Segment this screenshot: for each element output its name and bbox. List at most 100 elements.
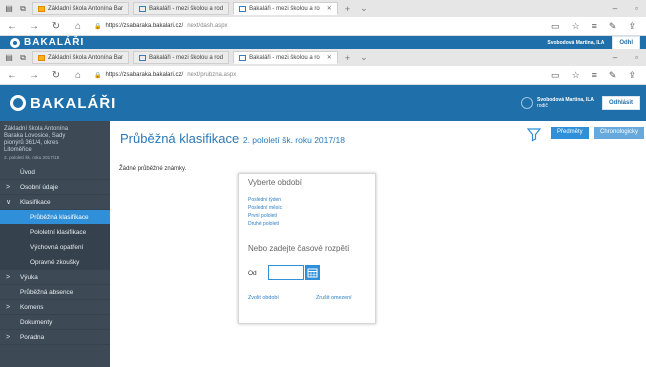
browser-tab[interactable]: Základní škola Antonína Bar [32, 51, 130, 64]
background-tab[interactable]: Základní škola Antonína Bar [32, 2, 130, 15]
url-field[interactable]: 🔒 https://zsabaraka.bakalari.cz/next/prub… [94, 69, 514, 82]
page-title-text: Průběžná klasifikace [120, 131, 240, 146]
background-tab-active[interactable]: Bakaláři - mezi školou a ro ✕ [233, 2, 338, 15]
browser-tab-active[interactable]: Bakaláři - mezi školou a ro ✕ [233, 51, 338, 64]
url-field[interactable]: 🔒 https://zsabaraka.bakalari.cz/next/dash… [94, 20, 514, 33]
window-controls: – ▫ [613, 53, 646, 62]
new-tab-button[interactable]: + [342, 4, 353, 14]
custom-range-title: Nebo zadejte časové rozpětí [248, 244, 350, 253]
select-period-link[interactable]: Zvolit období [248, 295, 279, 301]
period-link-last-week[interactable]: Poslední týden [248, 197, 281, 203]
share-icon[interactable]: ⇪ [628, 70, 636, 81]
tab-dropdown-icon[interactable]: ⌄ [357, 52, 371, 63]
browser-toolbar-right: ▭ ☆ ≡ ✎ ⇪ [551, 21, 646, 32]
sidebar-item-osobni-udaje[interactable]: > Osobní údaje [0, 180, 110, 195]
calendar-icon[interactable] [305, 265, 320, 280]
page-icon [139, 5, 147, 12]
background-tab[interactable]: Bakaláři - mezi školou a rod [133, 2, 230, 15]
favorites-hub-icon[interactable]: ≡ [592, 70, 597, 81]
sidebar-item-prubezna-absence[interactable]: Průběžná absence [0, 285, 110, 300]
favorites-hub-icon[interactable]: ≡ [592, 21, 597, 32]
sidebar-item-opravne-zkousky[interactable]: Opravné zkoušky [0, 255, 110, 270]
tab-bar: ▤ ⧉ Základní škola Antonína Bar Bakaláři… [0, 49, 646, 66]
sidebar-item-label: Opravné zkoušky [30, 258, 80, 266]
school-name-line: pionýrů 361/4, okres [4, 140, 59, 146]
back-arrow-icon[interactable]: ← [6, 21, 18, 32]
school-info: Základní škola Antonína Baraka Lovosice,… [0, 121, 110, 165]
tab-predmety[interactable]: Předměty [551, 127, 589, 139]
sidebar-item-label: Dokumenty [20, 318, 53, 326]
minimize-icon[interactable]: – [613, 53, 617, 62]
forward-arrow-icon[interactable]: → [28, 21, 40, 32]
sidebar-item-vyuka[interactable]: > Výuka [0, 270, 110, 285]
tab-dropdown-icon[interactable]: ⌄ [357, 3, 371, 14]
filter-icon[interactable] [526, 126, 542, 142]
page-title: Průběžná klasifikace 2. pololetí šk. rok… [120, 131, 345, 146]
home-icon[interactable]: ⌂ [72, 21, 84, 32]
back-arrow-icon[interactable]: ← [6, 70, 18, 81]
sidebar-item-label: Poradna [20, 333, 45, 341]
browser-tab[interactable]: Bakaláři - mezi školou a rod [133, 51, 230, 64]
sidebar-item-label: Pololetní klasifikace [30, 228, 87, 236]
maximize-icon[interactable]: ▫ [635, 4, 638, 13]
tab-list-icon[interactable]: ⧉ [18, 4, 28, 14]
app-logo[interactable]: BAKALÁŘI [0, 95, 116, 112]
page-subtitle: 2. pololetí šk. roku 2017/18 [242, 135, 345, 145]
forward-arrow-icon[interactable]: → [28, 70, 40, 81]
favorite-star-icon[interactable]: ☆ [572, 70, 580, 81]
tab-chronologicky[interactable]: Chronologicky [594, 127, 645, 139]
pen-icon[interactable]: ✎ [609, 21, 617, 32]
sidebar-item-poradna[interactable]: > Poradna [0, 330, 110, 345]
cancel-limit-link[interactable]: Zrušit omezení [316, 295, 352, 301]
background-app-header: BAKALÁŘI Svobodová Martina, ILA Odhl [0, 35, 646, 50]
school-name-line: Základní škola Antonína [4, 126, 69, 132]
reading-view-icon[interactable]: ▭ [551, 21, 560, 32]
new-tab-button[interactable]: + [342, 53, 353, 63]
reading-view-icon[interactable]: ▭ [551, 70, 560, 81]
from-date-input[interactable] [268, 265, 304, 280]
maximize-icon[interactable]: ▫ [635, 53, 638, 62]
chevron-right-icon: > [6, 273, 11, 281]
background-browser-window: ▤ ⧉ Základní škola Antonína Bar Bakaláři… [0, 0, 646, 36]
logout-button[interactable]: Odhlásit [601, 96, 640, 110]
user-avatar-icon [521, 97, 534, 109]
refresh-icon[interactable]: ↻ [50, 21, 62, 32]
background-logout-button[interactable]: Odhl [612, 35, 640, 50]
pen-icon[interactable]: ✎ [609, 70, 617, 81]
period-link-last-month[interactable]: Poslední měsíc [248, 205, 282, 211]
period-link-first-half[interactable]: První pololetí [248, 213, 277, 219]
chevron-down-icon: ∨ [6, 199, 12, 206]
sidebar-item-komens[interactable]: > Komens [0, 300, 110, 315]
window-controls: – ▫ [613, 4, 646, 13]
sidebar-item-pololetni-klasifikace[interactable]: Pololetní klasifikace [0, 225, 110, 240]
close-tab-icon[interactable]: ✕ [327, 5, 332, 12]
close-tab-icon[interactable]: ✕ [327, 54, 332, 61]
minimize-icon[interactable]: – [613, 4, 617, 13]
tab-list-icon[interactable]: ⧉ [18, 53, 28, 63]
sidebar-item-label: Průběžná absence [20, 288, 74, 296]
home-icon[interactable]: ⌂ [72, 70, 84, 81]
sidebar-item-klasifikace[interactable]: ∨ Klasifikace [0, 195, 110, 210]
background-user[interactable]: Svobodová Martina, ILA [547, 40, 604, 46]
period-link-second-half[interactable]: Druhé pololetí [248, 221, 279, 227]
tab-actions-icon[interactable]: ▤ [4, 4, 14, 13]
sidebar-item-uvod[interactable]: Úvod [0, 165, 110, 180]
chevron-right-icon: > [6, 303, 11, 311]
sidebar-item-label: Výuka [20, 273, 38, 281]
sidebar-item-prubezna-klasifikace[interactable]: Průběžná klasifikace [0, 210, 110, 225]
chevron-right-icon: > [6, 183, 11, 191]
refresh-icon[interactable]: ↻ [50, 70, 62, 81]
user-info[interactable]: Svobodová Martina, ILA rodič [521, 97, 594, 109]
page-icon [239, 5, 247, 12]
background-header-right: Svobodová Martina, ILA Odhl [547, 35, 646, 50]
sidebar-item-vychovna-opatreni[interactable]: Výchovná opatření [0, 240, 110, 255]
share-icon[interactable]: ⇪ [628, 21, 636, 32]
sidebar-item-dokumenty[interactable]: Dokumenty [0, 315, 110, 330]
tab-actions-icon[interactable]: ▤ [4, 53, 14, 62]
empty-message: Žádné průběžné známky. [119, 166, 187, 172]
favorite-star-icon[interactable]: ☆ [572, 21, 580, 32]
lock-icon: 🔒 [94, 23, 102, 30]
folder-icon [38, 54, 45, 61]
school-name-line: Baraka Lovosice, Sady [4, 133, 66, 139]
bakalari-logo-icon [10, 95, 26, 111]
